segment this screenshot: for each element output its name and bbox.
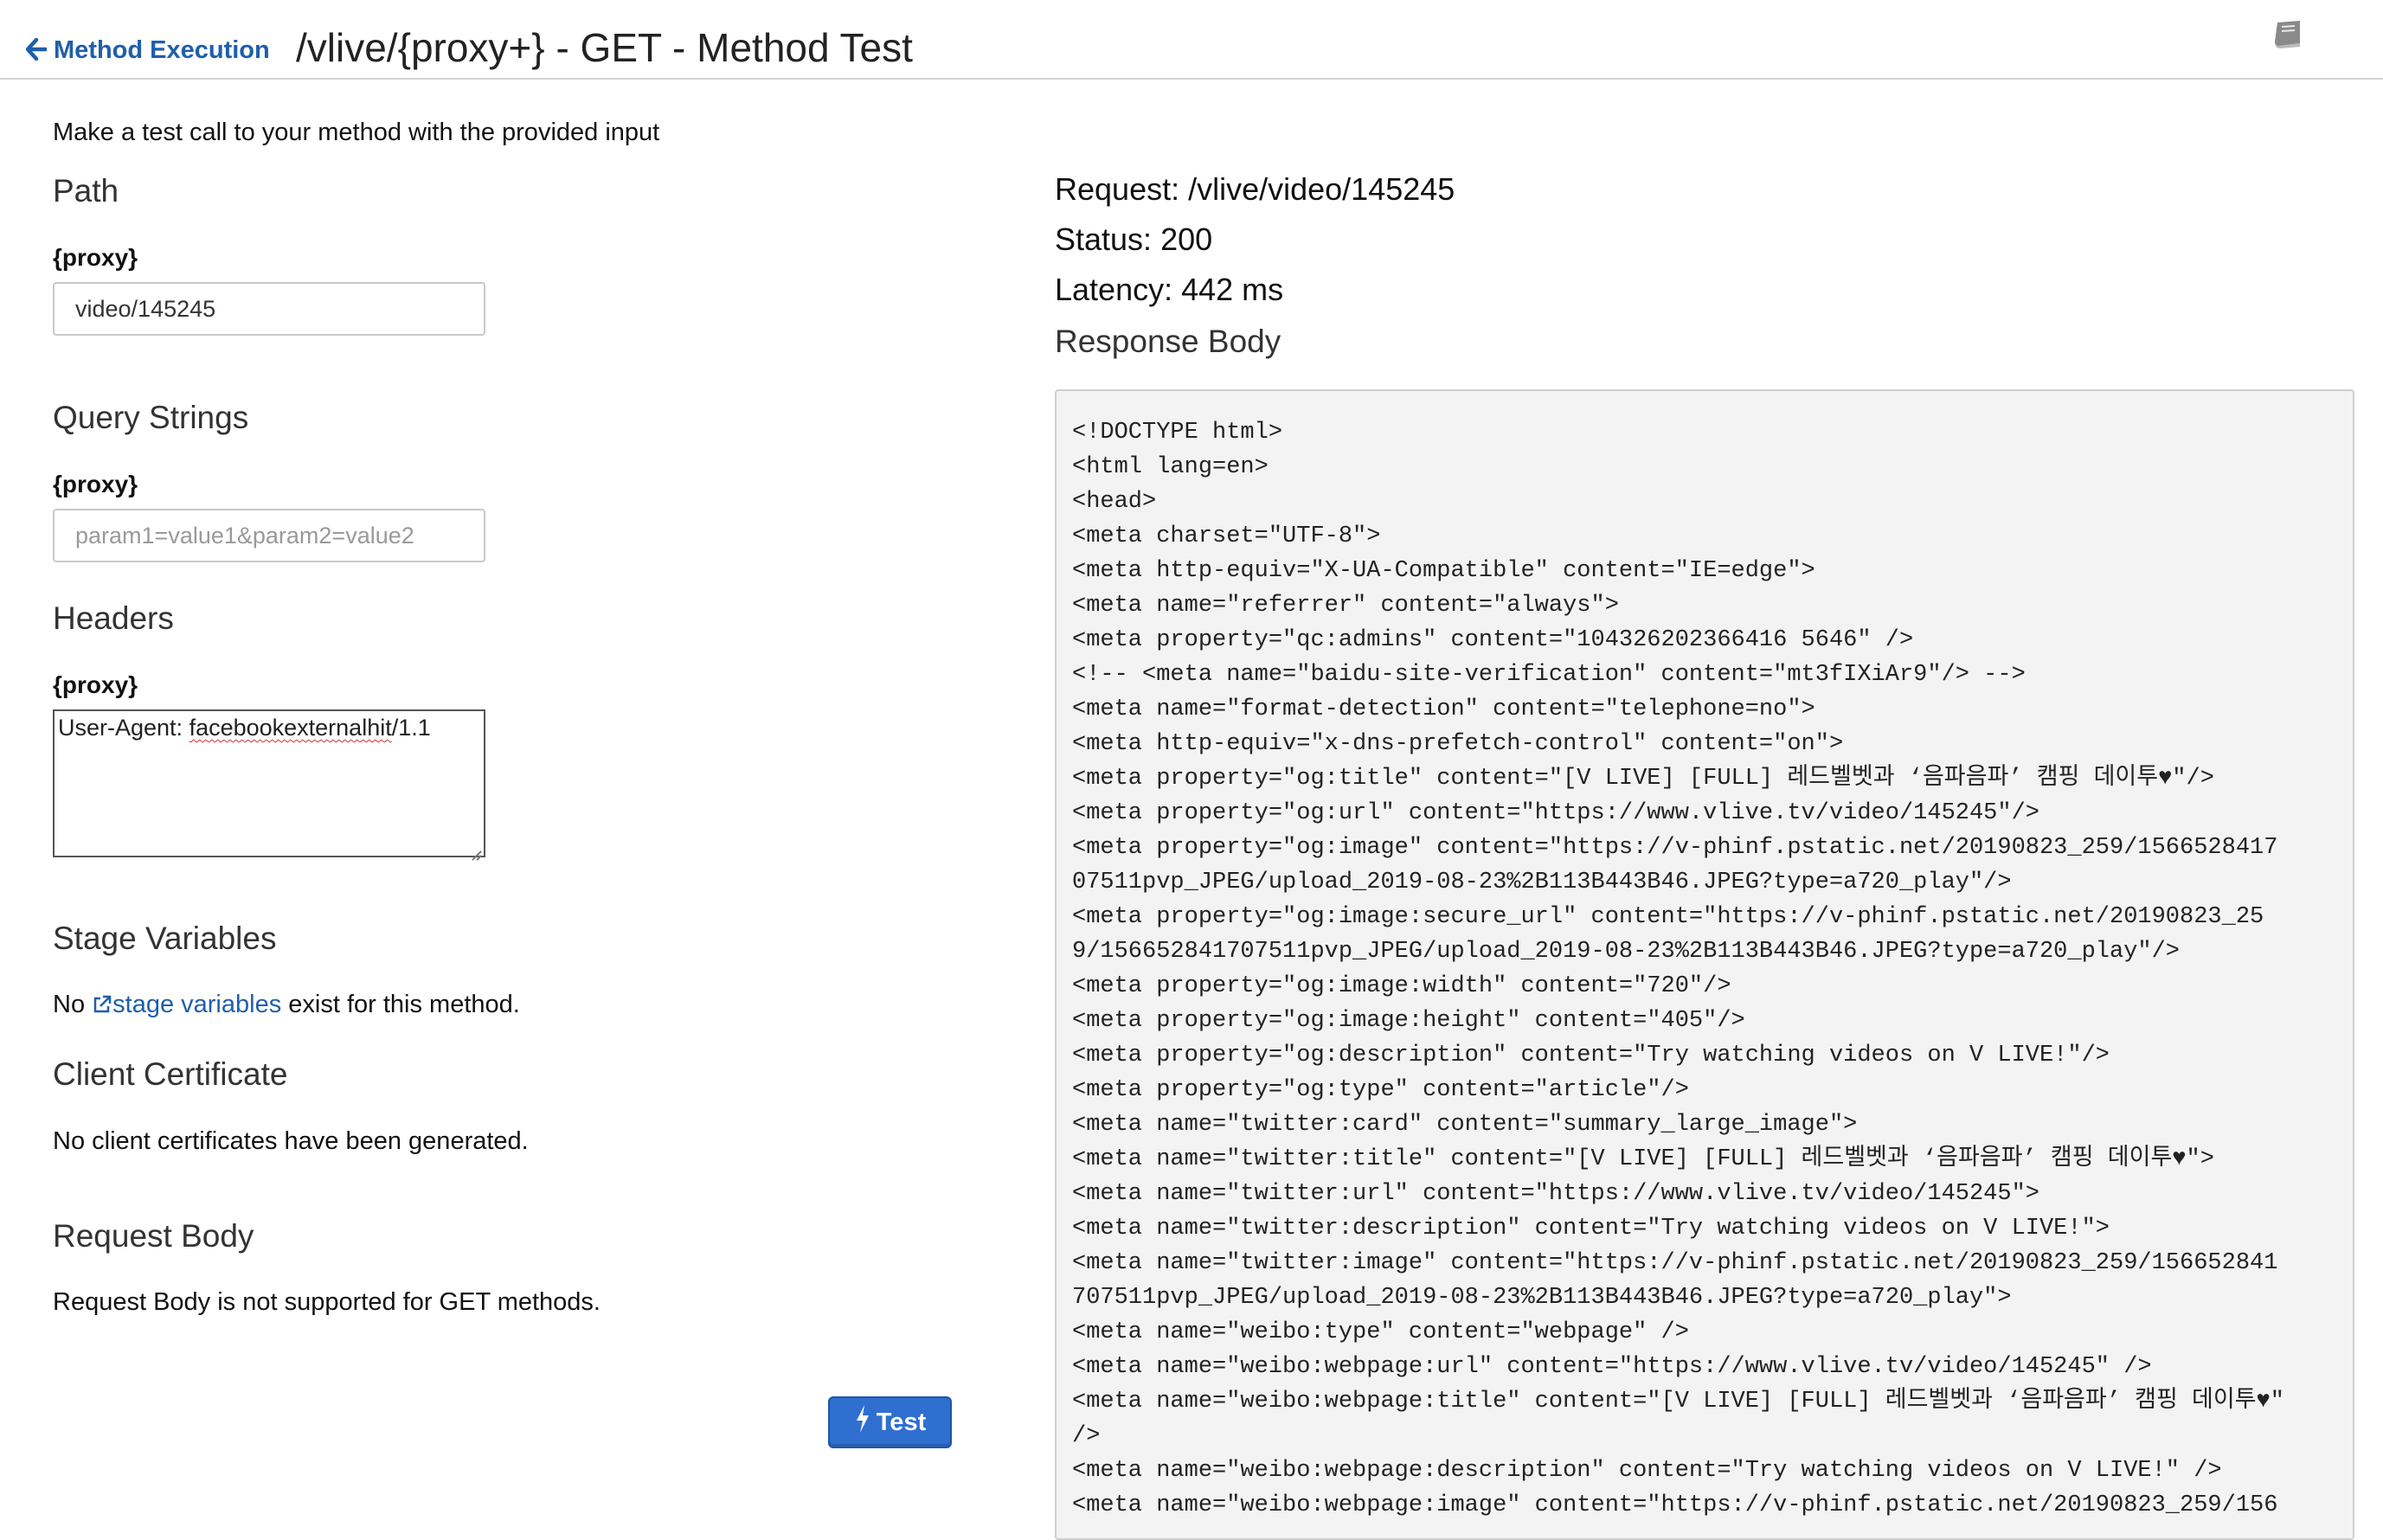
page-title: /vlive/{proxy+} - GET - Method Test: [296, 25, 913, 70]
external-link-icon: [92, 991, 112, 1018]
response-line: <html lang=en>: [1072, 454, 1269, 480]
response-line: <meta name="weibo:webpage:url" content="…: [1072, 1354, 2152, 1380]
response-line: <meta name="twitter:card" content="summa…: [1072, 1112, 1858, 1138]
top-bar: Method Execution /vlive/{proxy+} - GET -…: [0, 0, 2383, 80]
response-line: <meta name="twitter:title" content="[V L…: [1072, 1146, 2214, 1172]
path-proxy-label: {proxy}: [53, 244, 138, 271]
path-section-title: Path: [53, 173, 119, 209]
response-line: 9/156652841707511pvp_JPEG/upload_2019-08…: [1072, 939, 2181, 965]
response-line: <meta property="og:url" content="https:/…: [1072, 800, 2039, 826]
path-proxy-input[interactable]: [53, 282, 485, 336]
back-to-method-execution-link[interactable]: Method Execution: [25, 36, 270, 65]
stage-variables-section-title: Stage Variables: [53, 921, 277, 956]
response-line: <meta property="og:image" content="https…: [1072, 835, 2278, 861]
request-path-text: Request: /vlive/video/145245: [1055, 171, 1455, 207]
response-line: <meta property="og:type" content="articl…: [1072, 1077, 1689, 1103]
response-line: <meta name="weibo:type" content="webpage…: [1072, 1319, 1689, 1345]
response-body-title: Response Body: [1055, 324, 1281, 359]
response-line: <meta name="twitter:url" content="https:…: [1072, 1181, 2039, 1207]
response-line: <meta name="twitter:image" content="http…: [1072, 1250, 2278, 1276]
response-line: <meta property="og:title" content="[V LI…: [1072, 766, 2214, 792]
intro-text: Make a test call to your method with the…: [53, 119, 660, 146]
query-strings-section-title: Query Strings: [53, 400, 249, 435]
arrow-left-icon: [25, 37, 48, 65]
headers-value-prefix: User-Agent:: [58, 715, 189, 741]
request-body-section-title: Request Body: [53, 1218, 254, 1254]
response-line: <meta http-equiv="x-dns-prefetch-control…: [1072, 731, 1844, 757]
client-certificate-section-title: Client Certificate: [53, 1056, 288, 1092]
response-line: <meta property="og:image:width" content=…: [1072, 973, 1731, 999]
stage-variables-link[interactable]: stage variables: [92, 991, 281, 1018]
response-body-box[interactable]: <!DOCTYPE html> <html lang=en> <head> <m…: [1055, 389, 2354, 1540]
client-certificate-text: No client certificates have been generat…: [53, 1127, 529, 1155]
bolt-icon: [854, 1404, 871, 1441]
test-button-label: Test: [876, 1408, 927, 1436]
response-line: <meta name="format-detection" content="t…: [1072, 696, 1815, 722]
response-line: <meta http-equiv="X-UA-Compatible" conte…: [1072, 558, 1815, 584]
stage-variables-text: No stage variables exist for this method…: [53, 991, 520, 1019]
response-line: <meta property="qc:admins" content="1043…: [1072, 627, 1914, 653]
response-line: 07511pvp_JPEG/upload_2019-08-23%2B113B44…: [1072, 869, 2012, 895]
headers-textarea[interactable]: User-Agent: facebookexternalhit/1.1: [53, 709, 485, 861]
response-line: <head>: [1072, 489, 1157, 515]
headers-value-suffix: /1.1: [391, 715, 431, 741]
test-button[interactable]: Test: [828, 1396, 952, 1448]
latency-text: Latency: 442 ms: [1055, 272, 1284, 307]
response-line: <meta name="weibo:webpage:description" c…: [1072, 1458, 2222, 1484]
response-line: <meta name="weibo:webpage:title" content…: [1072, 1389, 2284, 1415]
response-line: <!DOCTYPE html>: [1072, 420, 1283, 446]
back-link-label: Method Execution: [54, 36, 270, 64]
response-line: <meta property="og:image:secure_url" con…: [1072, 904, 2264, 930]
book-icon[interactable]: [2271, 17, 2307, 54]
headers-proxy-label: {proxy}: [53, 671, 138, 698]
response-line: <meta name="twitter:description" content…: [1072, 1216, 2110, 1242]
response-line: <meta name="weibo:webpage:image" content…: [1072, 1492, 2278, 1518]
resize-grip-icon[interactable]: [468, 840, 482, 861]
status-text: Status: 200: [1055, 221, 1213, 257]
response-line: <!-- <meta name="baidu-site-verification…: [1072, 662, 2026, 688]
response-line: <meta property="og:image:height" content…: [1072, 1008, 1745, 1034]
stage-text-before: No: [53, 991, 93, 1018]
headers-section-title: Headers: [53, 600, 174, 636]
request-body-text: Request Body is not supported for GET me…: [53, 1288, 601, 1316]
response-line: />: [1072, 1423, 1101, 1449]
response-line: <meta property="og:description" content=…: [1072, 1043, 2110, 1068]
stage-variables-link-label: stage variables: [112, 991, 282, 1018]
response-line: <meta charset="UTF-8">: [1072, 523, 1381, 549]
query-strings-input[interactable]: [53, 509, 485, 562]
response-line: 707511pvp_JPEG/upload_2019-08-23%2B113B4…: [1072, 1285, 2012, 1311]
query-proxy-label: {proxy}: [53, 471, 138, 497]
response-line: <meta name="referrer" content="always">: [1072, 593, 1619, 619]
stage-text-after: exist for this method.: [281, 991, 520, 1018]
headers-value-misspelled: facebookexternalhit: [189, 715, 392, 741]
